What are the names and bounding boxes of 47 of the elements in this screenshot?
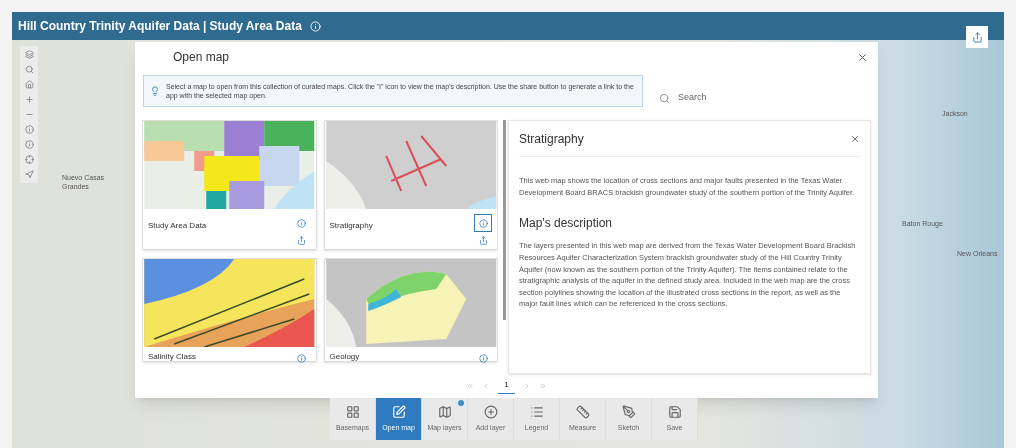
compass-icon[interactable] <box>24 170 34 179</box>
info-icon[interactable] <box>24 140 34 149</box>
info-button[interactable] <box>474 214 492 232</box>
zoom-in-icon[interactable] <box>24 95 34 104</box>
info-icon <box>297 353 306 363</box>
ruler-icon <box>575 404 590 419</box>
locate-icon[interactable] <box>24 155 34 164</box>
close-button[interactable] <box>857 51 868 63</box>
home-icon[interactable] <box>24 80 34 89</box>
layers-icon[interactable] <box>24 50 34 59</box>
section-heading: Map's description <box>519 215 613 233</box>
close-button[interactable] <box>850 133 860 144</box>
add-icon <box>483 404 498 419</box>
search-icon[interactable] <box>24 65 34 74</box>
map-card[interactable]: Study Area Data <box>142 120 317 250</box>
close-icon <box>857 51 868 63</box>
panel-title: Stratigraphy <box>519 130 584 148</box>
map-card[interactable]: Geology <box>323 258 498 362</box>
share-icon[interactable] <box>297 236 306 245</box>
page-button[interactable]: 1 <box>498 378 515 394</box>
map-card-title: Geology <box>329 351 360 363</box>
app-title: Hill Country Trinity Aquifer Data | Study Area Data <box>18 18 302 35</box>
map-card[interactable]: Stratigraphy <box>323 120 498 250</box>
edit-icon <box>391 404 406 419</box>
pen-icon <box>621 404 636 419</box>
grid-icon <box>345 404 360 419</box>
map-card[interactable]: Salinity Class <box>142 258 317 362</box>
share-icon <box>971 31 983 43</box>
save-icon <box>667 404 682 419</box>
info-icon[interactable] <box>24 125 34 134</box>
search-icon <box>659 92 670 104</box>
map-card-title: Stratigraphy <box>329 220 373 232</box>
info-icon <box>478 353 488 363</box>
list-icon <box>529 404 544 419</box>
lightbulb-icon <box>150 86 160 96</box>
map-icon <box>437 404 452 419</box>
map-card-title: Study Area Data <box>148 220 207 232</box>
last-page-icon[interactable] <box>538 382 547 390</box>
info-icon <box>478 218 488 228</box>
map-card-title: Salinity Class <box>148 351 196 363</box>
first-page-icon[interactable] <box>466 382 475 390</box>
close-icon <box>850 133 860 144</box>
dialog-title: Open map <box>173 49 230 66</box>
search-field[interactable]: Search <box>678 91 828 105</box>
share-button[interactable] <box>966 26 988 48</box>
share-icon[interactable] <box>478 236 488 245</box>
info-icon <box>297 218 306 228</box>
